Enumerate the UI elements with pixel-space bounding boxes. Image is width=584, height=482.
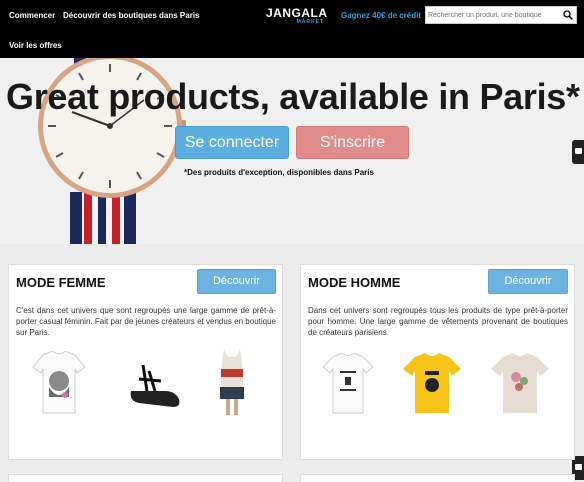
nav-link-voir-offres[interactable]: Voir les offres [9, 41, 62, 50]
feedback-tab[interactable] [572, 140, 584, 164]
discover-button-homme[interactable]: Découvrir [488, 269, 568, 294]
nav-link-commencer[interactable]: Commencer [9, 11, 55, 20]
category-title: MODE FEMME [16, 275, 106, 290]
hero-title: Great products, available in Paris* [6, 76, 580, 117]
next-card-edge [300, 474, 575, 482]
jangala-logo[interactable]: JANGALA MARKET [266, 6, 328, 27]
product-dress[interactable] [214, 349, 250, 417]
category-card-homme: MODE HOMME Découvrir Dans cet univers so… [300, 264, 575, 460]
nav-link-decouvrir-boutiques[interactable]: Découvrir des boutiques dans Paris [63, 11, 199, 20]
product-tshirt-portrait[interactable] [31, 351, 87, 417]
login-button[interactable]: Se connecter [175, 126, 289, 159]
category-card-femme: MODE FEMME Découvrir C'est dans cet univ… [8, 264, 283, 460]
product-thumbnails [9, 347, 284, 419]
search-input[interactable] [428, 8, 560, 22]
product-tshirt-yellow[interactable] [401, 353, 463, 415]
product-sandal[interactable] [125, 361, 183, 411]
top-navigation-bar: Commencer Découvrir des boutiques dans P… [0, 0, 584, 58]
logo-wordmark: JANGALA [266, 6, 328, 20]
category-title: MODE HOMME [308, 275, 401, 290]
category-description: C'est dans cet univers que sont regroupé… [16, 306, 276, 337]
earn-credit-link[interactable]: Gagnez 40€ de crédit [341, 11, 421, 20]
register-button[interactable]: S'inscrire [296, 126, 409, 159]
hero-banner: Great products, available in Paris* Se c… [0, 58, 584, 244]
hero-tagline: *Des produits d'exception, disponibles d… [184, 168, 374, 177]
product-thumbnails [301, 347, 576, 419]
product-tshirt-beige-floral[interactable] [489, 353, 551, 415]
search-icon[interactable] [563, 10, 573, 20]
product-tshirt-white-print[interactable] [321, 353, 375, 415]
discover-button-femme[interactable]: Découvrir [197, 269, 276, 294]
chat-icon [575, 148, 582, 154]
search-box [425, 6, 577, 24]
category-description: Dans cet univers sont regroupés tous les… [308, 306, 568, 337]
chat-icon [575, 464, 582, 470]
next-card-edge [8, 474, 283, 482]
